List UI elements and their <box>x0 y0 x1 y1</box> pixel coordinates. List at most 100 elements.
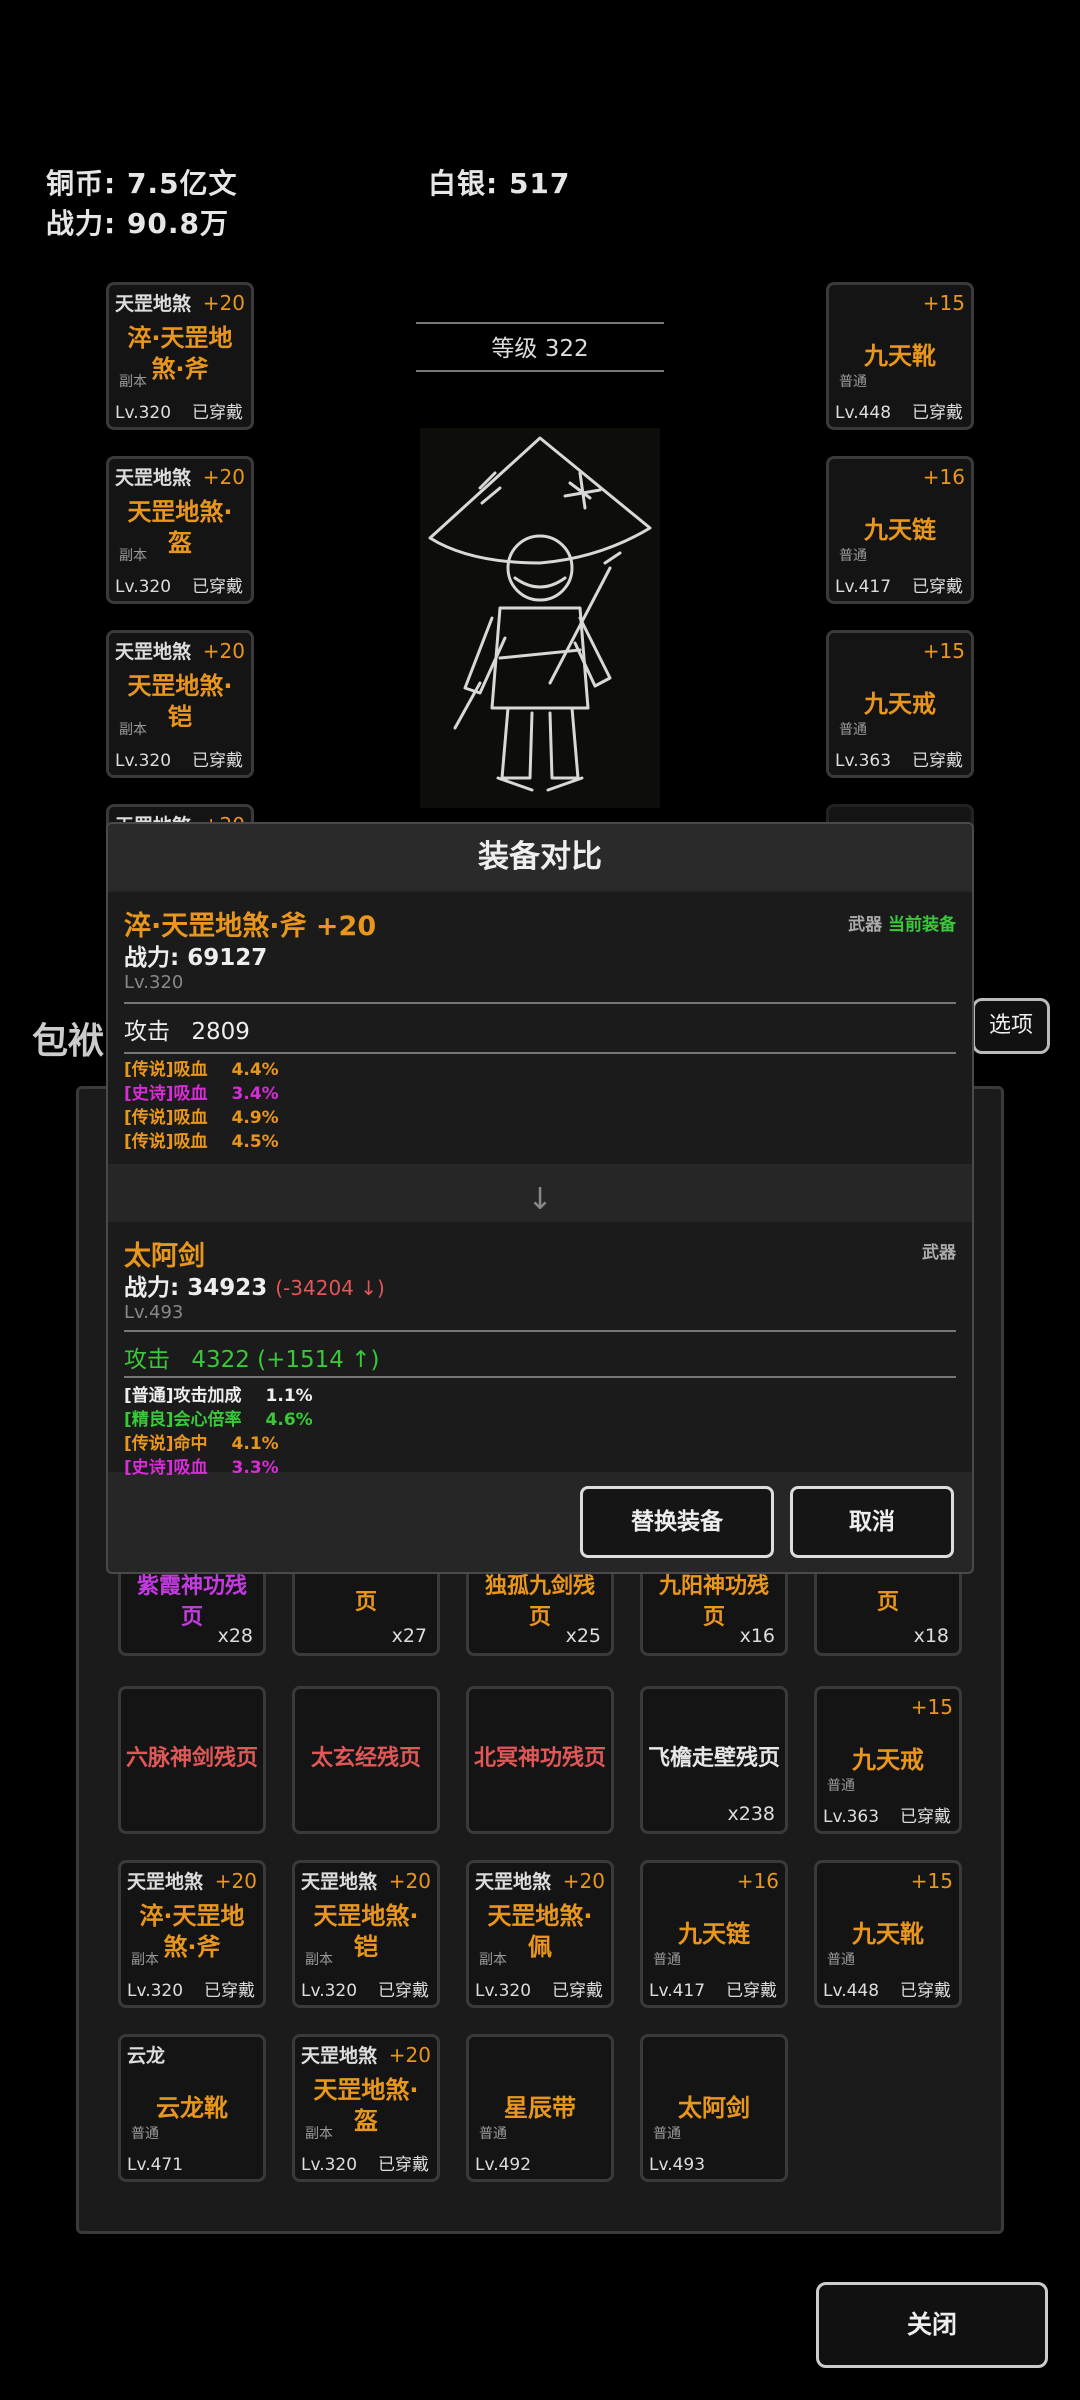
item-name: 云龙靴 <box>156 2094 228 2122</box>
item-name: 星辰带 <box>504 2094 576 2122</box>
bag-item[interactable]: 六脉神剑残页 <box>118 1686 266 1834</box>
item-source: 普通 <box>839 548 867 564</box>
bonus-line: [普通]攻击加成 1.1% <box>124 1386 313 1406</box>
equipped-status: 已穿戴 <box>192 577 243 597</box>
equip-slot-boots[interactable]: +15 九天靴 普通 Lv.448 已穿戴 <box>826 282 974 430</box>
cancel-button[interactable]: 取消 <box>790 1486 954 1558</box>
enhance-level: +20 <box>388 1869 431 1893</box>
bag-item[interactable]: 北冥神功残页 <box>466 1686 614 1834</box>
item-level: Lv.363 <box>823 1807 880 1827</box>
new-attr-label: 攻击 <box>124 1347 170 1373</box>
bag-item[interactable]: +15 九天靴 普通 Lv.448 已穿戴 <box>814 1860 962 2008</box>
item-level: Lv.320 <box>475 1981 532 2001</box>
enhance-level: +16 <box>922 465 965 489</box>
divider <box>124 1330 956 1332</box>
replace-equipment-button[interactable]: 替换装备 <box>580 1486 774 1558</box>
bag-item[interactable]: 天罡地煞 +20 天罡地煞·盔 副本 Lv.320 已穿戴 <box>292 2034 440 2182</box>
new-equipment-panel: 太阿剑 武器 战力: 34923 (-34204 ↓) Lv.493 攻击 43… <box>108 1222 972 1478</box>
equip-slot-weapon[interactable]: 天罡地煞 +20 淬·天罡地煞·斧 副本 Lv.320 已穿戴 <box>106 282 254 430</box>
item-source: 副本 <box>305 2126 333 2142</box>
set-label: 天罡地煞 <box>115 641 192 663</box>
power-diff: (-34204 ↓) <box>275 1276 385 1300</box>
equipped-status: 已穿戴 <box>552 1981 603 2001</box>
item-level: Lv.417 <box>835 577 892 597</box>
new-bonus-list: [普通]攻击加成 1.1% [精良]会心倍率 4.6% [传说]命中 4.1% [史诗… <box>124 1384 313 1480</box>
item-level: Lv.320 <box>115 577 172 597</box>
current-attr-value: 2809 <box>191 1019 250 1045</box>
bonus-line: [传说]吸血 4.4% <box>124 1060 279 1080</box>
item-level: Lv.492 <box>475 2155 532 2175</box>
item-level: Lv.493 <box>649 2155 706 2175</box>
options-button[interactable]: 选项 <box>972 998 1050 1054</box>
equipped-status: 已穿戴 <box>378 2155 429 2175</box>
bag-item[interactable]: 云龙 云龙靴 普通 Lv.471 <box>118 2034 266 2182</box>
bag-item[interactable]: +15 九天戒 普通 Lv.363 已穿戴 <box>814 1686 962 1834</box>
item-source: 普通 <box>839 374 867 390</box>
item-count: x27 <box>391 1625 427 1647</box>
set-label: 天罡地煞 <box>301 2045 378 2067</box>
character-figure-icon <box>428 436 652 792</box>
equipped-status: 已穿戴 <box>912 577 963 597</box>
set-label: 天罡地煞 <box>115 293 192 315</box>
equipped-status: 已穿戴 <box>192 751 243 771</box>
character-portrait <box>420 428 660 808</box>
equipment-compare-dialog: 装备对比 淬·天罡地煞·斧 +20 武器 当前装备 战力: 69127 Lv.3… <box>106 822 974 1574</box>
item-name: 六脉神剑残页 <box>125 1746 258 1771</box>
item-source: 普通 <box>827 1778 855 1794</box>
equip-slot-armor[interactable]: 天罡地煞 +20 天罡地煞·铠 副本 Lv.320 已穿戴 <box>106 630 254 778</box>
item-name: 九天靴 <box>864 342 936 370</box>
item-count: x238 <box>727 1803 775 1825</box>
bonus-line: [史诗]吸血 3.4% <box>124 1084 279 1104</box>
bag-item[interactable]: 天罡地煞 +20 天罡地煞·佩 副本 Lv.320 已穿戴 <box>466 1860 614 2008</box>
item-level: Lv.471 <box>127 2155 184 2175</box>
item-level: Lv.320 <box>127 1981 184 2001</box>
bag-item[interactable]: 星辰带 普通 Lv.492 <box>466 2034 614 2182</box>
current-bonus-list: [传说]吸血 4.4% [史诗]吸血 3.4% [传说]吸血 4.9% [传说]吸血 4… <box>124 1058 279 1154</box>
enhance-level: +15 <box>922 639 965 663</box>
equip-slot-necklace[interactable]: +16 九天链 普通 Lv.417 已穿戴 <box>826 456 974 604</box>
dialog-title: 装备对比 <box>108 824 972 890</box>
copper-coins: 铜币: 7.5亿文 <box>46 167 238 200</box>
bag-item[interactable]: 天罡地煞 +20 天罡地煞·铠 副本 Lv.320 已穿戴 <box>292 1860 440 2008</box>
bonus-line: [史诗]吸血 3.3% <box>124 1458 279 1478</box>
item-name: 北冥神功残页 <box>473 1746 606 1771</box>
item-source: 普通 <box>653 1952 681 1968</box>
item-name: 页 <box>354 1590 377 1615</box>
current-attr-label: 攻击 <box>124 1019 170 1045</box>
combat-power: 战力: 90.8万 <box>46 207 230 240</box>
item-level: Lv.417 <box>649 1981 706 2001</box>
new-item-power: 战力: 34923 <box>124 1275 268 1301</box>
close-button[interactable]: 关闭 <box>816 2282 1048 2368</box>
item-count: x28 <box>217 1625 253 1647</box>
item-name: 飞檐走壁残页 <box>647 1746 780 1771</box>
new-item-type: 武器 <box>922 1243 956 1263</box>
equip-slot-ring[interactable]: +15 九天戒 普通 Lv.363 已穿戴 <box>826 630 974 778</box>
current-item-power: 战力: 69127 <box>124 945 268 971</box>
enhance-level: +20 <box>202 639 245 663</box>
enhance-level: +20 <box>562 1869 605 1893</box>
character-level: 等级 322 <box>416 322 664 372</box>
item-name: 太阿剑 <box>678 2094 750 2122</box>
bonus-line: [传说]命中 4.1% <box>124 1434 279 1454</box>
bonus-line: [传说]吸血 4.9% <box>124 1108 279 1128</box>
equip-slot-helmet[interactable]: 天罡地煞 +20 天罡地煞·盔 副本 Lv.320 已穿戴 <box>106 456 254 604</box>
equipped-status: 已穿戴 <box>204 1981 255 2001</box>
bag-item[interactable]: 飞檐走壁残页 x238 <box>640 1686 788 1834</box>
bag-item[interactable]: 太阿剑 普通 Lv.493 <box>640 2034 788 2182</box>
equipped-status: 已穿戴 <box>900 1807 951 1827</box>
bag-item[interactable]: 太玄经残页 <box>292 1686 440 1834</box>
item-name: 页 <box>876 1590 899 1615</box>
current-item-level: Lv.320 <box>124 972 184 993</box>
equipped-status: 已穿戴 <box>900 1981 951 2001</box>
equipped-status: 已穿戴 <box>726 1981 777 2001</box>
item-name: 独孤九剑残页 <box>484 1574 595 1630</box>
item-source: 普通 <box>653 2126 681 2142</box>
enhance-level: +15 <box>922 291 965 315</box>
item-level: Lv.448 <box>823 1981 880 2001</box>
item-name: 九天链 <box>864 516 936 544</box>
bag-item[interactable]: 天罡地煞 +20 淬·天罡地煞·斧 副本 Lv.320 已穿戴 <box>118 1860 266 2008</box>
bag-item[interactable]: +16 九天链 普通 Lv.417 已穿戴 <box>640 1860 788 2008</box>
set-label: 云龙 <box>127 2045 166 2067</box>
item-level: Lv.320 <box>301 2155 358 2175</box>
equipped-status: 已穿戴 <box>912 403 963 423</box>
